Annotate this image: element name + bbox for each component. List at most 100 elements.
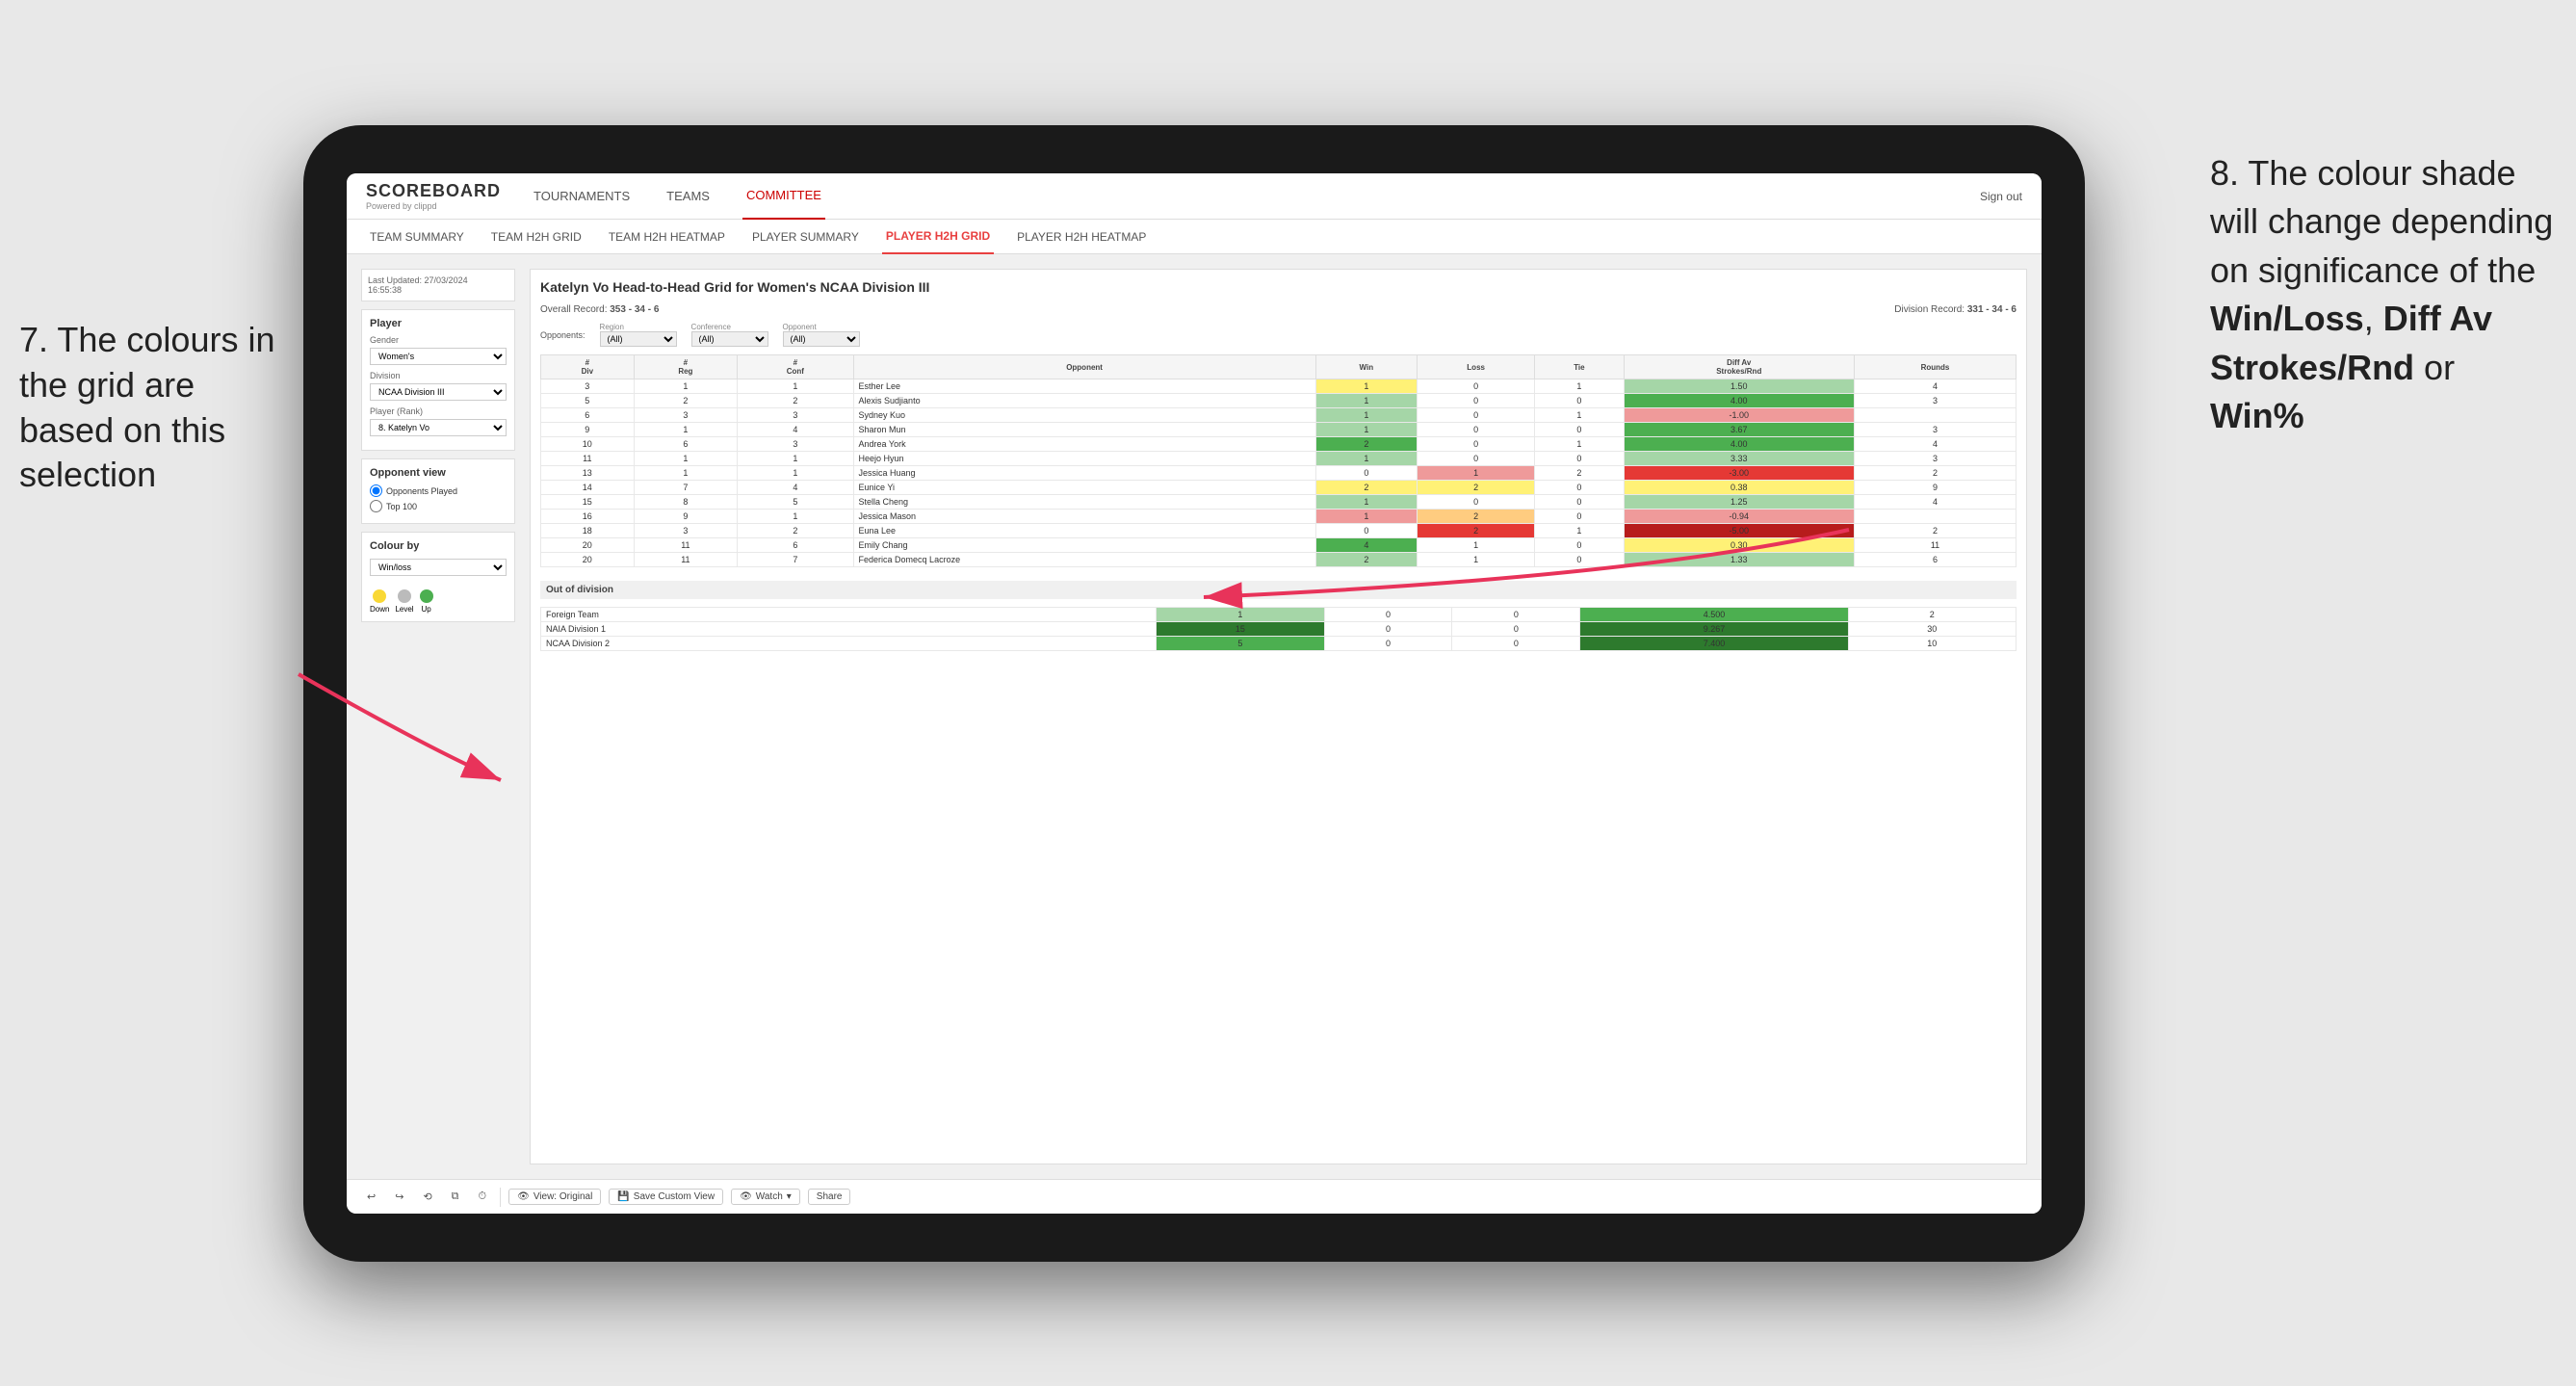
cell-win: 1 [1315,379,1417,394]
watch-btn[interactable]: 👁 Watch ▾ [731,1189,800,1205]
cell-loss: 0 [1418,394,1535,408]
legend-dot-level [398,589,411,603]
cell-rounds: 3 [1854,394,2016,408]
tablet-screen: SCOREBOARD Powered by clippd TOURNAMENTS… [347,173,2042,1214]
save-custom-btn[interactable]: 💾 Save Custom View [609,1189,723,1205]
region-select[interactable]: (All) [600,331,677,347]
cell-opponent: Sydney Kuo [853,408,1315,423]
cell-div: 9 [541,423,635,437]
radio-top100[interactable]: Top 100 [370,500,507,512]
th-conf: #Conf [738,355,853,379]
watch-icon: 👁 [740,1191,752,1202]
table-row: 20 11 7 Federica Domecq Lacroze 2 1 0 1.… [541,553,2017,567]
table-row: 16 9 1 Jessica Mason 1 2 0 -0.94 [541,510,2017,524]
filter-opponent: Opponent (All) [783,323,860,347]
cell-loss: 1 [1418,553,1535,567]
cell-diff: 3.33 [1624,452,1854,466]
opponent-select[interactable]: (All) [783,331,860,347]
gender-select[interactable]: Women's [370,348,507,365]
cell-rounds: 3 [1854,423,2016,437]
th-tie: Tie [1535,355,1624,379]
nav-teams[interactable]: TEAMS [663,173,714,220]
cell-diff: 1.33 [1624,553,1854,567]
cell-reg: 9 [634,510,738,524]
step-back-btn[interactable]: ⟲ [417,1189,437,1205]
cell-tie: 1 [1535,379,1624,394]
cell-rounds [1854,510,2016,524]
colour-by-select[interactable]: Win/loss [370,559,507,576]
division-select[interactable]: NCAA Division III [370,383,507,401]
region-label: Region [600,323,677,331]
division-record: Division Record: 331 - 34 - 6 [1894,304,2017,315]
cell-opponent: Alexis Sudjianto [853,394,1315,408]
ood-loss: 0 [1324,608,1452,622]
top-nav: SCOREBOARD Powered by clippd TOURNAMENTS… [347,173,2042,220]
cell-conf: 1 [738,452,853,466]
cell-div: 3 [541,379,635,394]
cell-win: 2 [1315,481,1417,495]
th-diff: Diff AvStrokes/Rnd [1624,355,1854,379]
cell-loss: 0 [1418,437,1535,452]
nav-items: TOURNAMENTS TEAMS COMMITTEE [530,173,1980,220]
view-original-btn[interactable]: 👁 View: Original [508,1189,601,1205]
conference-select[interactable]: (All) [691,331,768,347]
table-row: 10 6 3 Andrea York 2 0 1 4.00 4 [541,437,2017,452]
ood-loss: 0 [1324,637,1452,651]
ood-tie: 0 [1452,637,1580,651]
share-btn[interactable]: Share [808,1189,851,1205]
ood-rounds: 10 [1848,637,2016,651]
ood-table-row: NAIA Division 1 15 0 0 9.267 30 [541,622,2017,637]
history-btn[interactable]: ⏱ [473,1189,493,1205]
legend-dot-down [373,589,386,603]
cell-reg: 2 [634,394,738,408]
nav-tournaments[interactable]: TOURNAMENTS [530,173,634,220]
cell-win: 1 [1315,452,1417,466]
colour-by-section: Colour by Win/loss Down Level [361,532,515,622]
toolbar-divider [500,1188,501,1207]
cell-rounds: 3 [1854,452,2016,466]
cell-loss: 1 [1418,538,1535,553]
colour-by-title: Colour by [370,540,507,552]
ood-win: 15 [1157,622,1324,637]
sub-nav-player-h2h-heatmap[interactable]: PLAYER H2H HEATMAP [1013,220,1150,254]
sub-nav-team-summary[interactable]: TEAM SUMMARY [366,220,468,254]
logo-text: SCOREBOARD [366,181,501,201]
grid-subtitle: Overall Record: 353 - 34 - 6 Division Re… [540,304,2017,315]
cell-conf: 5 [738,495,853,510]
cell-reg: 6 [634,437,738,452]
sub-nav-team-h2h-heatmap[interactable]: TEAM H2H HEATMAP [605,220,729,254]
view-icon: 👁 [517,1191,530,1202]
cell-win: 1 [1315,394,1417,408]
cell-conf: 7 [738,553,853,567]
cell-win: 1 [1315,495,1417,510]
save-icon: 💾 [617,1191,629,1202]
sub-nav-player-summary[interactable]: PLAYER SUMMARY [748,220,863,254]
cell-div: 18 [541,524,635,538]
cell-win: 2 [1315,553,1417,567]
cell-conf: 1 [738,510,853,524]
cell-conf: 2 [738,394,853,408]
sub-nav-team-h2h-grid[interactable]: TEAM H2H GRID [487,220,585,254]
radio-opponents-played[interactable]: Opponents Played [370,484,507,497]
copy-btn[interactable]: ⧉ [446,1189,465,1205]
table-row: 15 8 5 Stella Cheng 1 0 0 1.25 4 [541,495,2017,510]
cell-div: 6 [541,408,635,423]
ood-win: 1 [1157,608,1324,622]
cell-conf: 3 [738,408,853,423]
player-rank-select[interactable]: 8. Katelyn Vo [370,419,507,436]
redo-btn[interactable]: ↪ [389,1189,409,1205]
cell-tie: 2 [1535,466,1624,481]
sub-nav-player-h2h-grid[interactable]: PLAYER H2H GRID [882,220,994,254]
cell-div: 20 [541,553,635,567]
table-row: 9 1 4 Sharon Mun 1 0 0 3.67 3 [541,423,2017,437]
out-of-division-table: Foreign Team 1 0 0 4.500 2 NAIA Division… [540,607,2017,651]
nav-committee[interactable]: COMMITTEE [742,173,825,220]
legend: Down Level Up [370,589,507,614]
undo-btn[interactable]: ↩ [361,1189,381,1205]
cell-loss: 0 [1418,379,1535,394]
cell-diff: 0.38 [1624,481,1854,495]
cell-opponent: Stella Cheng [853,495,1315,510]
ood-label: Foreign Team [541,608,1157,622]
nav-sign-out[interactable]: Sign out [1980,190,2022,203]
cell-tie: 0 [1535,481,1624,495]
